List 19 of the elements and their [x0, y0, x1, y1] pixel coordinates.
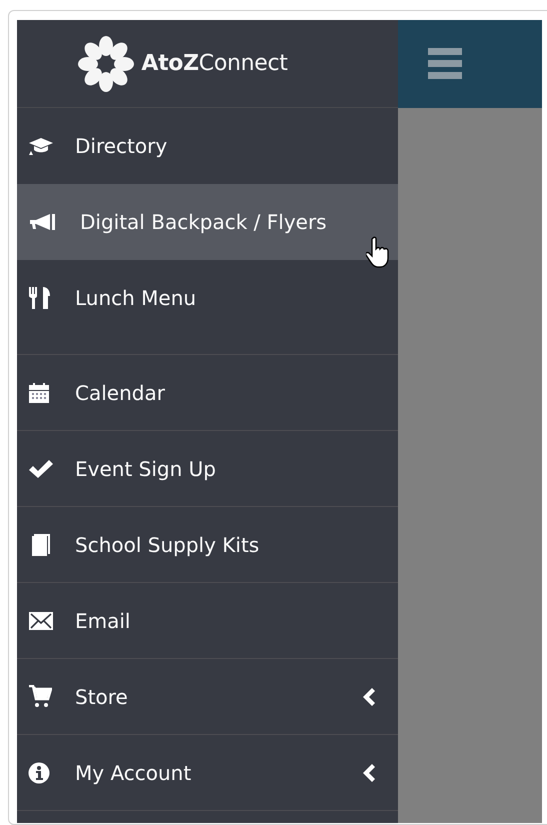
menu-item[interactable]: Digital Backpack / Flyers [17, 184, 398, 260]
menu-item[interactable]: Email [17, 583, 398, 659]
fork-knife-icon [28, 286, 52, 310]
menu-item[interactable]: School Supply Kits [17, 507, 398, 583]
shopping-cart-icon [28, 684, 52, 708]
graduation-cap-icon [28, 136, 54, 156]
hand-cursor-icon [366, 236, 390, 268]
menu-icon[interactable] [428, 48, 462, 80]
checkmark-icon [28, 458, 54, 478]
flower-logo-icon [77, 34, 136, 92]
menu-item[interactable]: Calendar [17, 355, 398, 431]
envelope-icon [28, 610, 54, 630]
calendar-icon [28, 382, 50, 404]
logo-text: AtoZConnect [141, 51, 288, 76]
menu-item[interactable]: Directory [17, 108, 398, 184]
megaphone-icon [28, 213, 56, 231]
menu-item[interactable]: My Account [17, 735, 398, 811]
menu-item[interactable]: Store [17, 659, 398, 735]
info-icon [28, 762, 50, 784]
